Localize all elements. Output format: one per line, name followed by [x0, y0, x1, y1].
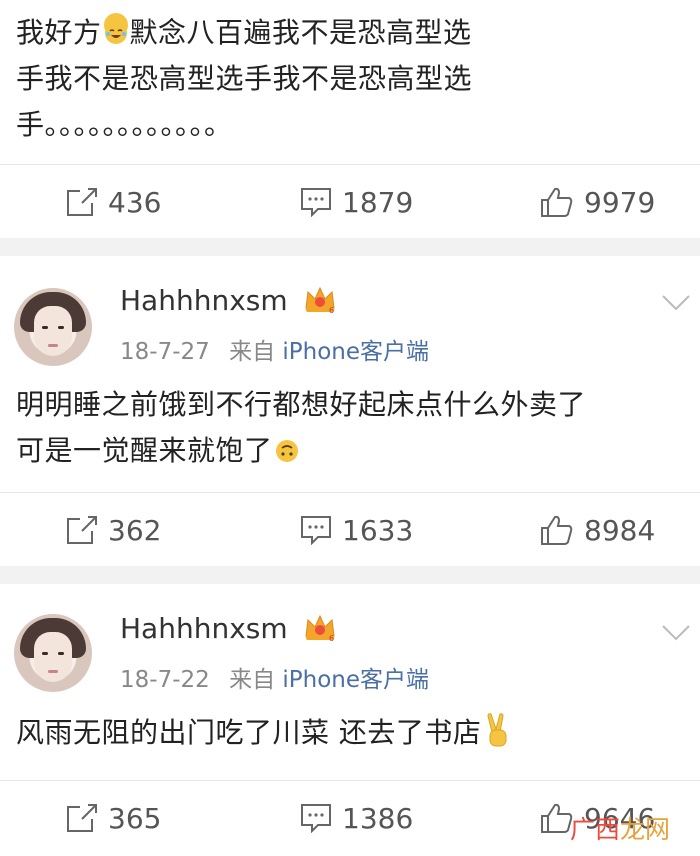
like-count: 9979	[584, 185, 656, 219]
separator	[0, 566, 700, 584]
comment-icon	[301, 516, 331, 545]
share-icon	[67, 804, 97, 832]
avatar[interactable]	[14, 288, 92, 366]
chevron-down-icon[interactable]	[660, 292, 692, 314]
post-date: 18-7-22	[120, 667, 210, 693]
share-icon	[67, 188, 97, 216]
share-icon	[67, 516, 97, 544]
like-button[interactable]: 8984	[540, 493, 655, 567]
comment-button[interactable]: 1386	[300, 781, 413, 855]
comment-count: 1879	[342, 185, 414, 219]
source-link[interactable]: iPhone客户端	[282, 339, 429, 365]
source-link[interactable]: iPhone客户端	[282, 667, 429, 693]
vip-crown-icon: 6	[303, 284, 337, 321]
comment-icon	[301, 804, 331, 833]
post-text: 我好方 默念八百遍我不是恐高型选 手我不是恐高型选手我不是恐高型选 手。。。。。。…	[16, 10, 684, 148]
repost-count: 362	[108, 513, 162, 547]
repost-count: 365	[108, 801, 162, 835]
from-label: 来自	[229, 667, 276, 693]
watermark: 广西龙网	[570, 810, 670, 846]
username[interactable]: Hahhhnxsm 6	[120, 284, 337, 321]
repost-button[interactable]: 436	[64, 165, 161, 239]
comment-count: 1633	[342, 513, 414, 547]
post-card: Hahhhnxsm 6 18-7-27 来自 iPhone客户端 明明睡之前饿到…	[0, 256, 700, 566]
vip-crown-icon: 6	[303, 612, 337, 649]
comment-icon	[301, 188, 331, 217]
post-card: 我好方 默念八百遍我不是恐高型选 手我不是恐高型选手我不是恐高型选 手。。。。。。…	[0, 0, 700, 236]
thumbs-up-icon	[541, 515, 573, 545]
post-text: 风雨无阻的出门吃了川菜 还去了书店	[16, 710, 684, 756]
repost-count: 436	[108, 185, 162, 219]
thumbs-up-icon	[541, 187, 573, 217]
svg-text:6: 6	[329, 634, 334, 642]
svg-text:6: 6	[329, 306, 334, 314]
post-date: 18-7-27	[120, 339, 210, 365]
watermark-part1: 广西	[569, 815, 620, 844]
like-button[interactable]: 9979	[540, 165, 655, 239]
repost-button[interactable]: 365	[64, 781, 161, 855]
chevron-down-icon[interactable]	[660, 622, 692, 644]
victory-hand-emoji-icon	[483, 712, 513, 748]
from-label: 来自	[229, 339, 276, 365]
post-text: 明明睡之前饿到不行都想好起床点什么外卖了 可是一觉醒来就饱了	[16, 388, 587, 467]
separator	[0, 238, 700, 256]
avatar[interactable]	[14, 614, 92, 692]
post-meta: 18-7-27 来自 iPhone客户端	[120, 332, 429, 366]
post-actions: 436 1879 9979	[0, 164, 700, 239]
post-meta: 18-7-22 来自 iPhone客户端	[120, 660, 429, 694]
comment-button[interactable]: 1633	[300, 493, 413, 567]
username[interactable]: Hahhhnxsm 6	[120, 612, 337, 649]
comment-button[interactable]: 1879	[300, 165, 413, 239]
repost-button[interactable]: 362	[64, 493, 161, 567]
upside-down-face-emoji-icon	[275, 431, 299, 462]
watermark-part2: 龙网	[619, 815, 670, 844]
like-count: 8984	[584, 513, 656, 547]
laughing-crying-emoji-icon	[103, 13, 128, 44]
post-actions: 362 1633 8984	[0, 492, 700, 567]
thumbs-up-icon	[541, 803, 573, 833]
comment-count: 1386	[342, 801, 414, 835]
